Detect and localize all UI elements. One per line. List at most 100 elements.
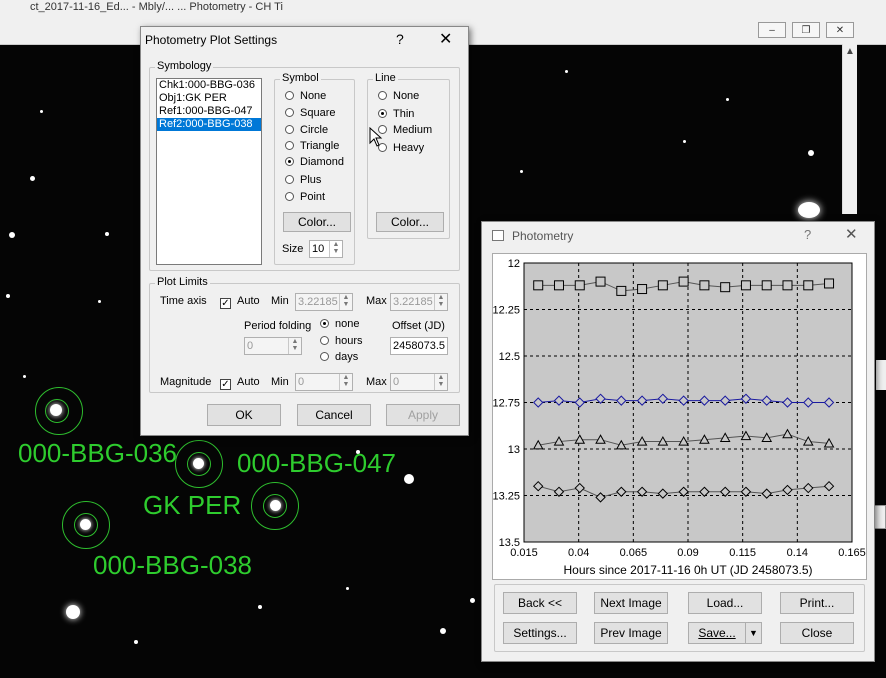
list-item-selected[interactable]: Ref2:000-BBG-038 [157,118,261,131]
star-list[interactable]: Chk1:000-BBG-036 Obj1:GK PER Ref1:000-BB… [156,78,262,265]
radio-selected-icon [378,109,387,118]
size-value: 10 [312,243,325,255]
radio-fold-hours[interactable]: hours [320,335,363,347]
image-scrollbar[interactable]: ▲ [842,44,857,214]
close-window-button[interactable]: ✕ [826,22,854,38]
time-auto-checkbox[interactable]: ✓ Auto [220,295,260,309]
next-image-button[interactable]: Next Image [594,592,668,614]
plot-limits-group: Plot Limits Time axis ✓ Auto Min 3.22185 ▲… [149,276,460,393]
spinner-arrows-icon[interactable]: ▲ ▼ [339,294,352,310]
restore-button[interactable]: ❐ [792,22,820,38]
load-button[interactable]: Load... [688,592,762,614]
photometry-window: Photometry ? ✕ 12 12.25 12.5 12.75 13 13.25 13… [481,221,875,662]
star [6,294,10,298]
spinner-arrows-icon[interactable]: ▲ ▼ [339,374,352,390]
spinner-arrows-icon[interactable]: ▲ ▼ [288,338,301,354]
radio-icon [285,192,294,201]
y-tick-label: 12.25 [493,305,520,317]
y-tick-label: 13.25 [493,491,520,503]
settings-button[interactable]: Settings... [503,622,577,644]
aperture-ring-outer [62,501,110,549]
radio-symbol-circle[interactable]: Circle [285,124,328,136]
radio-symbol-triangle[interactable]: Triangle [285,140,339,152]
radio-fold-none[interactable]: none [320,318,359,330]
size-spinner[interactable]: 10 ▲ ▼ [309,240,343,258]
star [808,150,814,156]
radio-line-none[interactable]: None [378,90,419,102]
cancel-button[interactable]: Cancel [297,404,371,426]
aperture-ring-outer [35,387,83,435]
ok-button[interactable]: OK [207,404,281,426]
radio-label: hours [335,335,363,347]
checkbox-label: Auto [237,376,260,388]
help-button[interactable]: ? [396,31,404,47]
plot-settings-dialog: Photometry Plot Settings ? ✕ Symbology C… [140,26,469,436]
radio-line-thin[interactable]: Thin [378,108,414,120]
radio-symbol-diamond[interactable]: Diamond [285,156,344,168]
photometry-title: Photometry [512,229,574,243]
radio-label: Triangle [300,140,340,152]
list-item[interactable]: Chk1:000-BBG-036 [157,79,261,92]
x-tick-labels: 0.015 0.04 0.065 0.09 0.115 0.14 0.165 [510,547,866,559]
data-point [616,285,627,296]
mag-min-spinner[interactable]: 0 ▲ ▼ [295,373,353,391]
close-button[interactable]: ✕ [845,225,858,243]
data-point [637,284,648,295]
time-min-label: Min [271,295,289,307]
spinner-arrows-icon[interactable]: ▲ ▼ [329,241,342,257]
close-button[interactable]: ✕ [439,29,452,49]
radio-label: None [300,90,327,102]
offset-input[interactable]: 2458073.5 [390,337,448,355]
apply-button[interactable]: Apply [386,404,460,426]
period-folding-label: Period folding [244,320,312,332]
radio-line-heavy[interactable]: Heavy [378,142,424,154]
symbol-color-button[interactable]: Color... [283,212,351,232]
mag-max-spinner[interactable]: 0 ▲ ▼ [390,373,448,391]
time-axis-label: Time axis [160,295,207,307]
star [520,170,523,173]
time-min-spinner[interactable]: 3.22185 ▲ ▼ [295,293,353,311]
mag-auto-checkbox[interactable]: ✓ Auto [220,376,260,390]
photometry-chart: 1212.2512.512.751313.2513.5 0.015 0.04 0.0… [493,258,866,577]
save-dropdown-arrow-icon[interactable]: ▼ [745,622,762,644]
y-tick-labels: 1212.2512.512.751313.2513.5 [493,258,520,549]
star-label-047: 000-BBG-047 [237,448,396,478]
checkbox-checked-icon: ✓ [220,298,231,309]
time-max-spinner[interactable]: 3.22185 ▲ ▼ [390,293,448,311]
save-button[interactable]: Save... [688,622,746,644]
help-button[interactable]: ? [804,227,811,242]
radio-symbol-point[interactable]: Point [285,191,325,203]
radio-symbol-none[interactable]: None [285,90,326,102]
spinner-arrows-icon[interactable]: ▲ ▼ [434,294,447,310]
scroll-up-icon[interactable]: ▲ [845,46,855,57]
back-button[interactable]: Back << [503,592,577,614]
spinner-arrows-icon[interactable]: ▲ ▼ [434,374,447,390]
print-button[interactable]: Print... [780,592,854,614]
minimize-button[interactable]: – [758,22,786,38]
magnitude-label: Magnitude [160,376,212,388]
radio-label: Circle [300,124,329,136]
close-photometry-button[interactable]: Close [780,622,854,644]
list-item[interactable]: Obj1:GK PER [157,92,261,105]
line-color-button[interactable]: Color... [376,212,444,232]
radio-label: Medium [393,124,433,136]
star [98,300,101,303]
data-point [761,280,772,291]
radio-symbol-square[interactable]: Square [285,107,335,119]
radio-symbol-plus[interactable]: Plus [285,174,321,186]
data-point [824,278,835,289]
time-min-value: 3.22185 [298,296,338,308]
radio-fold-days[interactable]: days [320,351,358,363]
y-tick-label: 12.5 [499,351,520,363]
time-max-label: Max [366,295,387,307]
radio-icon [320,352,329,361]
list-item[interactable]: Ref1:000-BBG-047 [157,105,261,118]
aperture-ring-outer [251,482,299,530]
mouse-cursor-icon [369,127,383,147]
period-spinner[interactable]: 0 ▲ ▼ [244,337,302,355]
data-point [803,280,814,291]
window-icon [492,230,504,241]
prev-image-button[interactable]: Prev Image [594,622,668,644]
star [440,628,446,634]
radio-line-medium[interactable]: Medium [378,124,432,136]
